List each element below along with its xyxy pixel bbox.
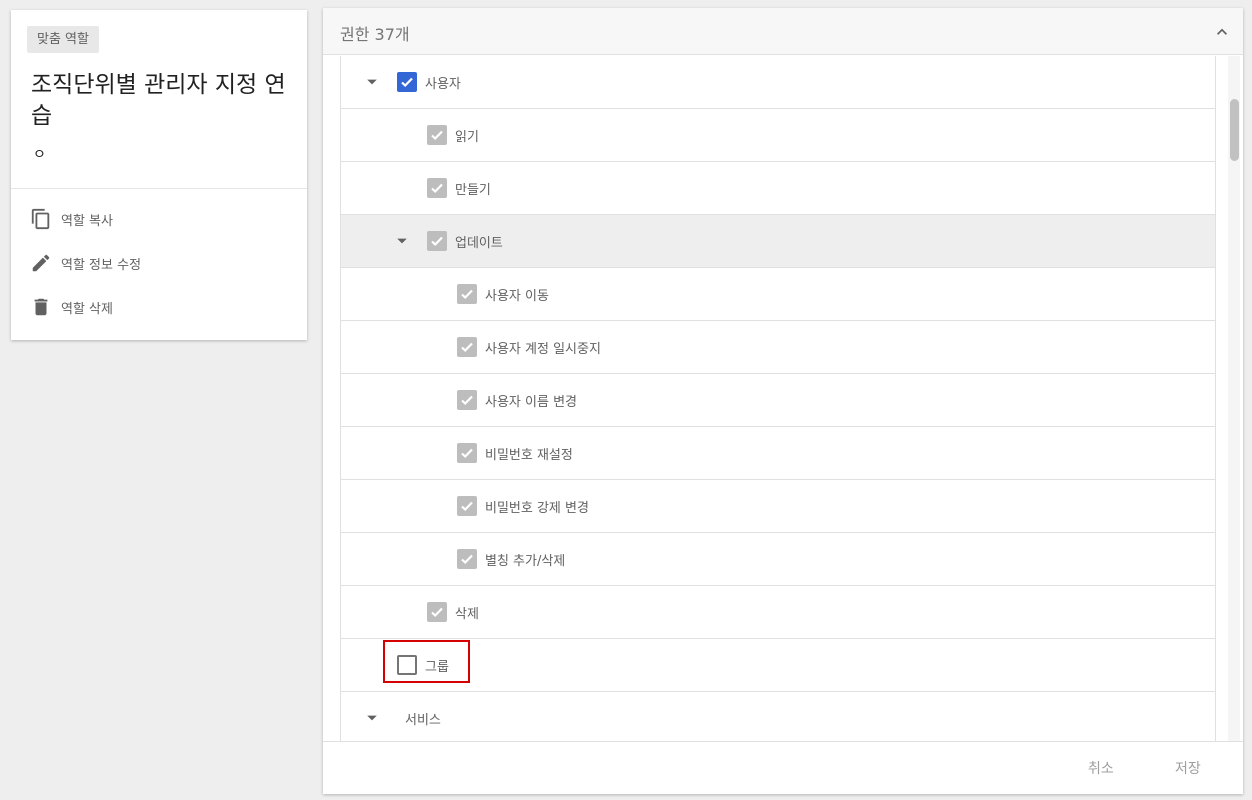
- label-rename-user: 사용자 이름 변경: [485, 394, 577, 410]
- delete-role-label: 역할 삭제: [61, 301, 113, 317]
- checkbox-read[interactable]: [427, 125, 447, 145]
- tree-row-users: 사용자: [341, 56, 1215, 109]
- label-alias: 별칭 추가/삭제: [485, 553, 566, 569]
- label-update: 업데이트: [455, 235, 503, 251]
- permissions-tree: 사용자 읽기 만들기 업데이트 사용자 이동 사용자 계정 일시중지 사용자 이…: [340, 56, 1216, 741]
- permissions-header: 권한 37개: [323, 8, 1243, 55]
- edit-role-button[interactable]: 역할 정보 수정: [29, 248, 141, 278]
- tree-row-read: 읽기: [341, 109, 1215, 162]
- chevron-up-icon: [1217, 28, 1227, 35]
- trash-icon: [29, 295, 53, 319]
- tree-row-create: 만들기: [341, 162, 1215, 215]
- label-suspend-user: 사용자 계정 일시중지: [485, 341, 601, 357]
- role-title: 조직단위별 관리자 지정 연습: [31, 72, 286, 129]
- edit-role-label: 역할 정보 수정: [61, 257, 142, 273]
- checkbox-delete[interactable]: [427, 602, 447, 622]
- tree-row-update: 업데이트: [341, 215, 1215, 268]
- role-description: ㅇ: [33, 147, 46, 163]
- tree-row-force-password-change: 비밀번호 강제 변경: [341, 480, 1215, 533]
- tree-row-move-user: 사용자 이동: [341, 268, 1215, 321]
- role-card: 맞춤 역할 조직단위별 관리자 지정 연습 ㅇ 역할 복사 역할 정보 수정 역…: [11, 10, 307, 340]
- label-users: 사용자: [425, 76, 461, 92]
- tree-row-services: 서비스: [341, 692, 1215, 741]
- caret-down-icon[interactable]: [395, 234, 409, 248]
- divider: [11, 188, 307, 189]
- delete-role-button[interactable]: 역할 삭제: [29, 292, 113, 322]
- tree-row-suspend-user: 사용자 계정 일시중지: [341, 321, 1215, 374]
- checkbox-reset-password[interactable]: [457, 443, 477, 463]
- scrollbar-thumb[interactable]: [1230, 99, 1239, 161]
- label-move-user: 사용자 이동: [485, 288, 549, 304]
- collapse-button[interactable]: [1211, 21, 1233, 43]
- copy-role-button[interactable]: 역할 복사: [29, 204, 113, 234]
- label-read: 읽기: [455, 129, 479, 145]
- caret-down-icon[interactable]: [365, 75, 379, 89]
- label-delete: 삭제: [455, 606, 479, 622]
- tree-row-reset-password: 비밀번호 재설정: [341, 427, 1215, 480]
- label-reset-password: 비밀번호 재설정: [485, 447, 573, 463]
- panel-footer: 취소 저장: [323, 741, 1243, 794]
- label-create: 만들기: [455, 182, 491, 198]
- caret-down-icon[interactable]: [365, 711, 379, 725]
- checkbox-create[interactable]: [427, 178, 447, 198]
- pencil-icon: [29, 251, 53, 275]
- tree-row-alias: 별칭 추가/삭제: [341, 533, 1215, 586]
- checkbox-move-user[interactable]: [457, 284, 477, 304]
- checkbox-alias[interactable]: [457, 549, 477, 569]
- checkbox-update[interactable]: [427, 231, 447, 251]
- checkbox-rename-user[interactable]: [457, 390, 477, 410]
- checkbox-suspend-user[interactable]: [457, 337, 477, 357]
- cancel-button[interactable]: 취소: [1088, 758, 1114, 778]
- label-force-password-change: 비밀번호 강제 변경: [485, 500, 589, 516]
- checkbox-force-password-change[interactable]: [457, 496, 477, 516]
- scrollbar-track[interactable]: [1228, 56, 1240, 741]
- tree-row-rename-user: 사용자 이름 변경: [341, 374, 1215, 427]
- save-button[interactable]: 저장: [1175, 758, 1201, 778]
- annotation-highlight-box: [383, 640, 470, 683]
- copy-role-label: 역할 복사: [61, 213, 113, 229]
- label-services: 서비스: [405, 712, 441, 728]
- custom-role-chip: 맞춤 역할: [27, 26, 99, 53]
- copy-icon: [29, 207, 53, 231]
- checkbox-users[interactable]: [397, 72, 417, 92]
- tree-row-delete: 삭제: [341, 586, 1215, 639]
- tree-row-groups: 그룹: [341, 639, 1215, 692]
- permissions-count-title: 권한 37개: [340, 25, 410, 44]
